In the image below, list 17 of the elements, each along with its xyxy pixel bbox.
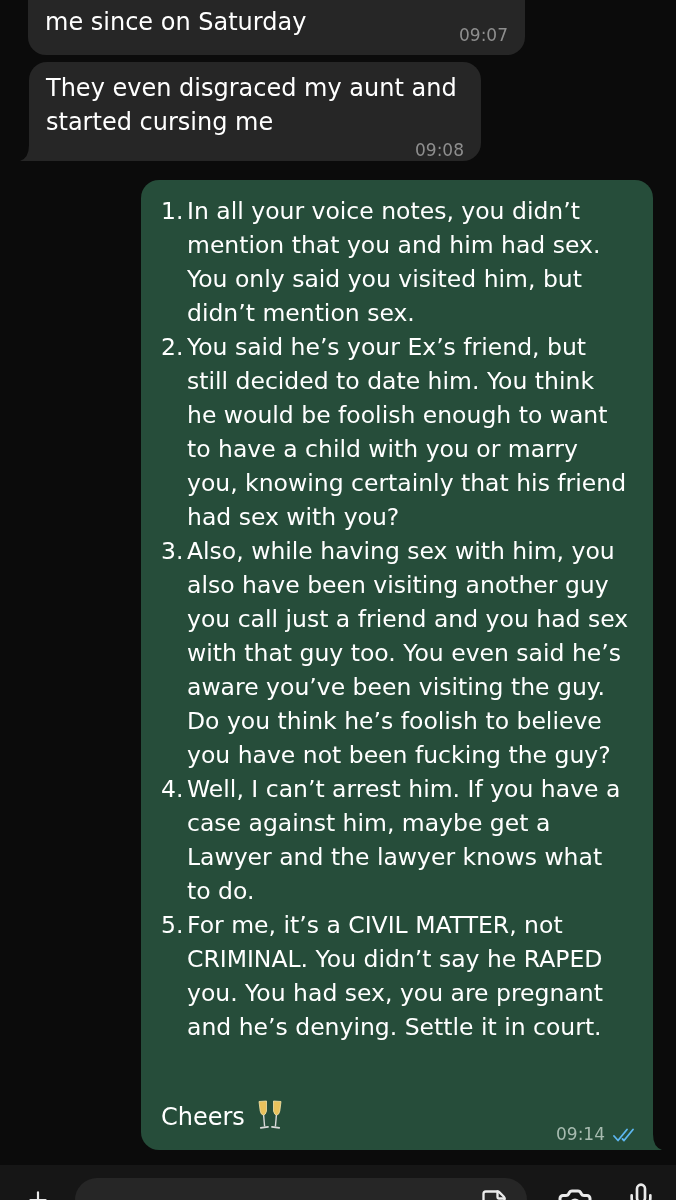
message-time: 09:08 [415,143,464,158]
message-text: Cheers [161,1102,245,1133]
message-time: 09:14 [556,1127,605,1142]
list-number: 3. [161,536,185,567]
list-item-text: For me, it’s a CIVIL MATTER, not CRIMINAL. You didn’t say he RAPED you. You had sex, you are pregnant and he’s denying. Settle it in court. [187,910,604,1043]
list-item-text: In all your voice notes, you didn’t mention that you and him had sex. You only said you visited him, but didn’t mention sex. [187,196,602,329]
message-time: 09:07 [459,28,508,43]
message-text: me since on Saturday [45,7,307,38]
list-item-text: Well, I can’t arrest him. If you have a case against him, maybe get a Lawyer and the lawyer knows what to do. [187,774,622,907]
champagne-glasses-icon [255,1100,284,1130]
list-item-text: Also, while having sex with him, you also have been visiting another guy you call just a friend and you had sex with that guy too. You even said he’s aware you’ve been visiting the guy. Do you think he’s foolish to believe you have not been fucking the guy? [187,536,630,771]
list-number: 5. [161,910,185,941]
message-text: They even disgraced my aunt and started cursing me [46,73,457,138]
list-number: 4. [161,774,185,805]
list-item-text: You said he’s your Ex’s friend, but still decided to date him. You think he would be foolish enough to want to have a child with you or marry you, knowing certainly that his friend had sex with you? [187,332,628,533]
list-number: 2. [161,332,185,363]
list-number: 1. [161,196,185,227]
